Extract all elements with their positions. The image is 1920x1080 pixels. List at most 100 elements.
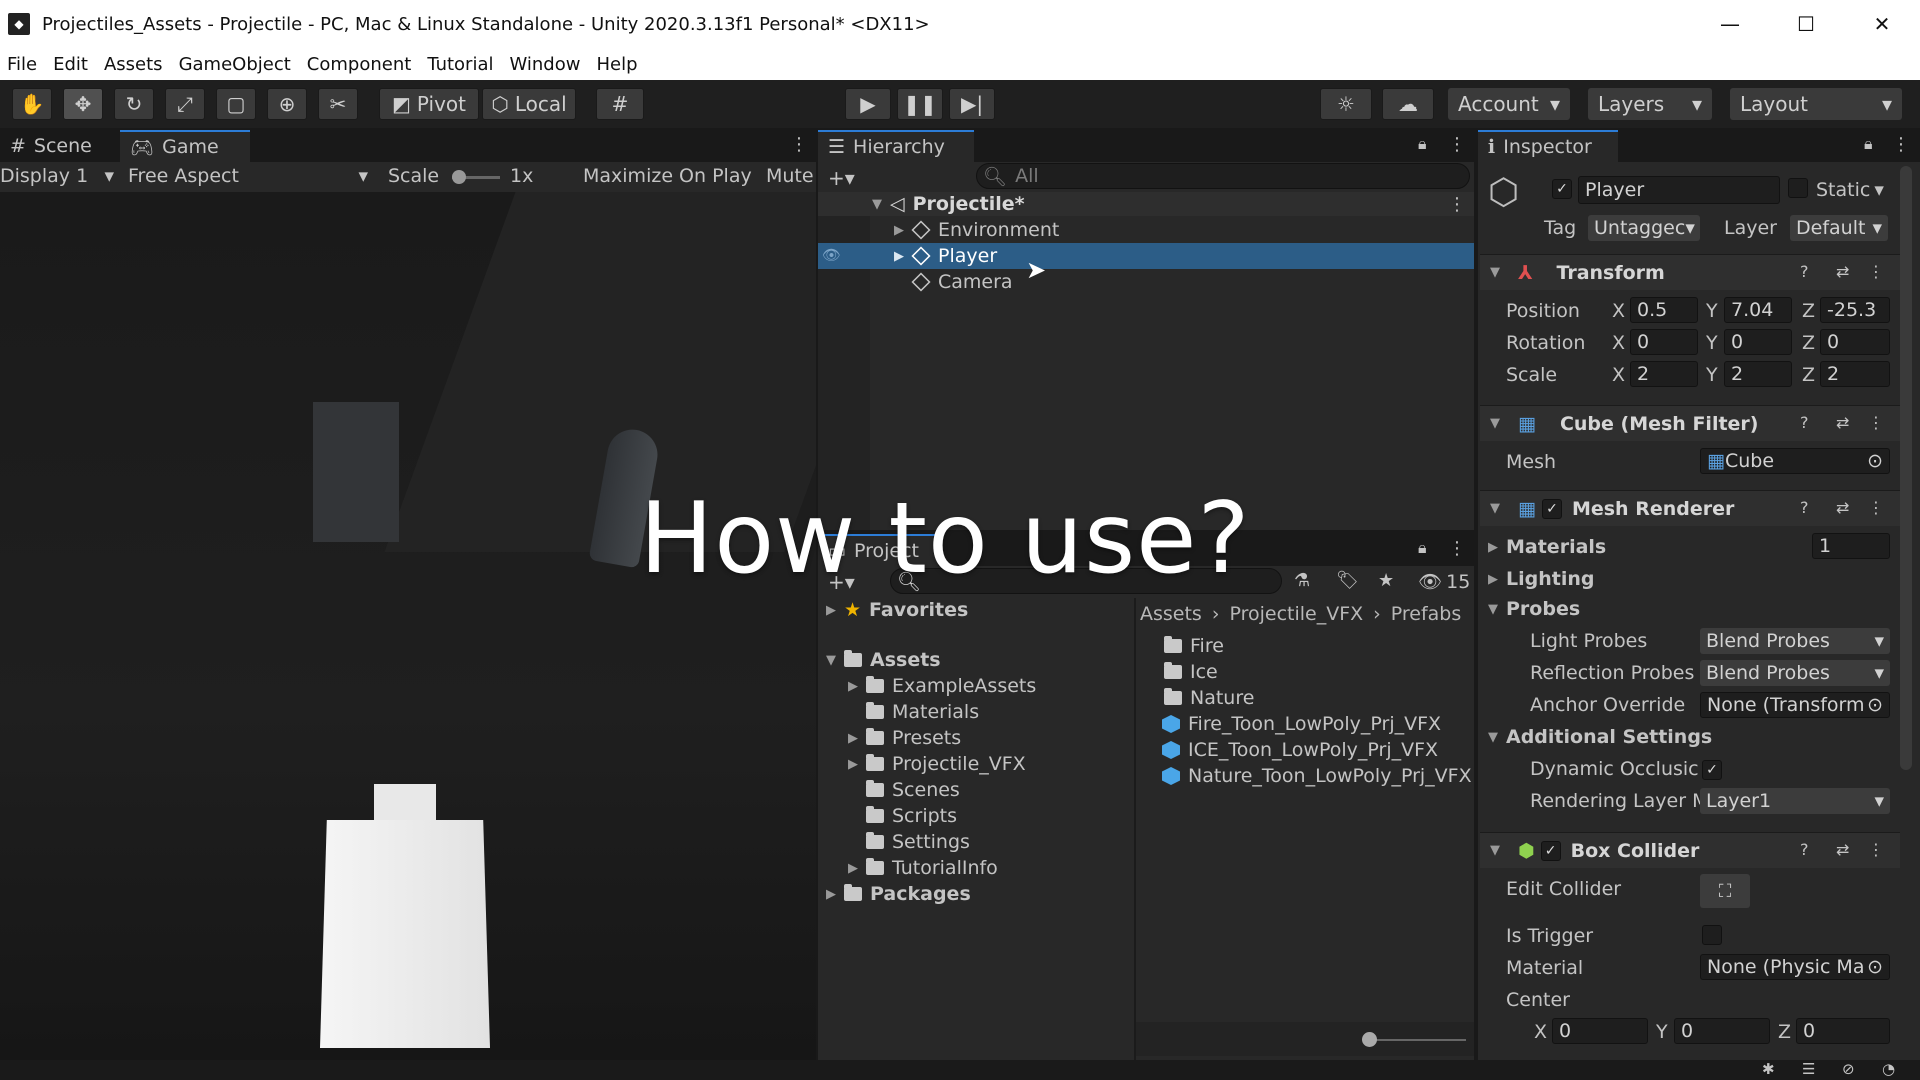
tag-dropdown[interactable]: Untaggec ▾ — [1588, 215, 1700, 241]
static-dropdown[interactable]: Static ▾ — [1816, 178, 1884, 202]
dynamic-occlusion-checkbox[interactable]: ✓ — [1702, 759, 1722, 780]
pivot-button[interactable]: ◩ Pivot — [379, 88, 479, 120]
tab-scene[interactable]: # Scene — [0, 130, 120, 162]
scale-z-field[interactable]: 2 — [1820, 361, 1890, 387]
position-z-field[interactable]: -25.3 — [1820, 297, 1890, 323]
probes-foldout[interactable]: ▼ Probes — [1488, 597, 1580, 621]
anchor-override-field[interactable]: None (Transform ⊙ — [1700, 692, 1890, 718]
rotation-y-field[interactable]: 0 — [1724, 329, 1792, 355]
component-menu-icon[interactable]: ⋮ — [1868, 262, 1884, 281]
menu-gameobject[interactable]: GameObject — [172, 54, 300, 75]
menu-component[interactable]: Component — [300, 54, 421, 75]
maximize-button[interactable]: ☐ — [1768, 0, 1844, 48]
breadcrumb-assets[interactable]: Assets — [1140, 603, 1202, 625]
rotate-tool-icon[interactable]: ↻ — [114, 88, 154, 120]
center-z-field[interactable]: 0 — [1796, 1018, 1890, 1044]
progress-icon[interactable]: ◔ — [1882, 1060, 1895, 1078]
additional-settings-foldout[interactable]: ▼ Additional Settings — [1488, 725, 1712, 749]
object-picker-icon[interactable]: ⊙ — [1867, 694, 1883, 716]
menu-assets[interactable]: Assets — [97, 54, 172, 75]
scale-tool-icon[interactable]: ⤢ — [165, 88, 205, 120]
scene-row[interactable]: ▼ ◁ Projectile* — [872, 193, 1025, 215]
folder-fire[interactable]: Fire — [1164, 634, 1224, 658]
folder-settings[interactable]: Settings — [866, 830, 970, 854]
step-button[interactable]: ▶| — [949, 88, 995, 120]
create-button[interactable]: +▾ — [828, 166, 855, 190]
network-icon[interactable]: ⊘ — [1842, 1060, 1855, 1078]
static-checkbox[interactable] — [1788, 178, 1808, 202]
favorites-item[interactable]: ▶ ★ Favorites — [826, 598, 968, 622]
breadcrumb-prefabs[interactable]: Prefabs — [1391, 603, 1462, 625]
scale-y-field[interactable]: 2 — [1724, 361, 1792, 387]
box-collider-enabled-checkbox[interactable]: ✓ — [1540, 840, 1561, 861]
object-picker-icon[interactable]: ⊙ — [1867, 956, 1883, 978]
scene-menu-icon[interactable]: ⋮ — [1448, 194, 1466, 215]
breadcrumb-projectile-vfx[interactable]: Projectile_VFX — [1229, 603, 1363, 625]
packages-root[interactable]: ▶ Packages — [826, 882, 971, 906]
pause-button[interactable]: ❚❚ — [897, 88, 943, 120]
rect-tool-icon[interactable]: ▢ — [216, 88, 256, 120]
menu-help[interactable]: Help — [589, 54, 646, 75]
account-dropdown[interactable]: Account ▾ — [1448, 88, 1570, 120]
inspector-scrollbar[interactable] — [1900, 166, 1912, 770]
light-probes-dropdown[interactable]: Blend Probes ▾ — [1700, 628, 1890, 654]
mute-toggle[interactable]: Mute — [766, 165, 814, 187]
reflection-probes-dropdown[interactable]: Blend Probes ▾ — [1700, 660, 1890, 686]
icon-size-slider-thumb[interactable] — [1362, 1032, 1377, 1047]
hierarchy-item-camera[interactable]: Camera — [911, 271, 1013, 293]
tab-hierarchy[interactable]: ☰ Hierarchy — [818, 130, 974, 162]
game-viewport[interactable] — [0, 192, 816, 1060]
menu-window[interactable]: Window — [503, 54, 590, 75]
lock-icon[interactable]: 🔒︎ — [1864, 134, 1873, 154]
object-name-field[interactable]: Player — [1578, 176, 1780, 204]
rotation-x-field[interactable]: 0 — [1630, 329, 1698, 355]
help-icon[interactable]: ? — [1800, 840, 1809, 859]
preset-icon[interactable]: ⇄ — [1836, 413, 1849, 432]
object-picker-icon[interactable]: ⊙ — [1867, 450, 1883, 472]
folder-materials[interactable]: Materials — [866, 700, 979, 724]
folder-projectile-vfx[interactable]: ▶ Projectile_VFX — [848, 752, 1026, 776]
preset-icon[interactable]: ⇄ — [1836, 262, 1849, 281]
minimize-button[interactable]: — — [1692, 0, 1768, 48]
cloud-icon[interactable]: ☁ — [1382, 88, 1434, 120]
edit-collider-button[interactable]: ⛶ — [1700, 874, 1750, 908]
layout-dropdown[interactable]: Layout ▾ — [1730, 88, 1902, 120]
game-menu-icon[interactable]: ⋮ — [790, 134, 808, 155]
hierarchy-item-player[interactable]: ▶ Player — [894, 245, 997, 267]
center-y-field[interactable]: 0 — [1674, 1018, 1770, 1044]
scale-slider-thumb[interactable] — [452, 170, 466, 184]
folder-tutorialinfo[interactable]: ▶ TutorialInfo — [848, 856, 998, 880]
grid-snap-icon[interactable]: # — [596, 88, 644, 120]
mesh-field[interactable]: ▦Cube ⊙ — [1700, 448, 1890, 474]
menu-edit[interactable]: Edit — [46, 54, 97, 75]
lighting-icon[interactable]: ☼ — [1320, 88, 1372, 120]
move-tool-icon[interactable]: ✥ — [63, 88, 103, 120]
eye-icon[interactable]: 👁︎ — [822, 246, 841, 264]
close-button[interactable]: ✕ — [1844, 0, 1920, 48]
display-dropdown[interactable]: Display 1 ▾ — [0, 165, 118, 187]
play-button[interactable]: ▶ — [845, 88, 891, 120]
component-menu-icon[interactable]: ⋮ — [1868, 840, 1884, 859]
active-checkbox[interactable]: ✓ — [1552, 178, 1572, 199]
folder-presets[interactable]: ▶ Presets — [848, 726, 961, 750]
component-menu-icon[interactable]: ⋮ — [1868, 413, 1884, 432]
tab-inspector[interactable]: ℹ Inspector — [1478, 130, 1618, 162]
local-button[interactable]: ⬡ Local — [482, 88, 576, 120]
menu-file[interactable]: File — [0, 54, 46, 75]
prefab-fire[interactable]: Fire_Toon_LowPoly_Prj_VFX — [1162, 712, 1441, 736]
position-y-field[interactable]: 7.04 — [1724, 297, 1792, 323]
hierarchy-item-environment[interactable]: ▶ Environment — [894, 219, 1059, 241]
custom-tool-icon[interactable]: ✂ — [318, 88, 358, 120]
prefab-nature[interactable]: Nature_Toon_LowPoly_Prj_VFX — [1162, 764, 1472, 788]
preset-icon[interactable]: ⇄ — [1836, 840, 1849, 859]
prefab-ice[interactable]: ICE_Toon_LowPoly_Prj_VFX — [1162, 738, 1438, 762]
maximize-on-play-toggle[interactable]: Maximize On Play — [583, 165, 752, 187]
console-icon[interactable]: ☰ — [1802, 1060, 1815, 1078]
layers-dropdown[interactable]: Layers ▾ — [1588, 88, 1712, 120]
hand-tool-icon[interactable]: ✋ — [12, 88, 52, 120]
position-x-field[interactable]: 0.5 — [1630, 297, 1698, 323]
folder-exampleassets[interactable]: ▶ ExampleAssets — [848, 674, 1036, 698]
inspector-menu-icon[interactable]: ⋮ — [1892, 134, 1910, 155]
folder-ice[interactable]: Ice — [1164, 660, 1218, 684]
help-icon[interactable]: ? — [1800, 262, 1809, 281]
